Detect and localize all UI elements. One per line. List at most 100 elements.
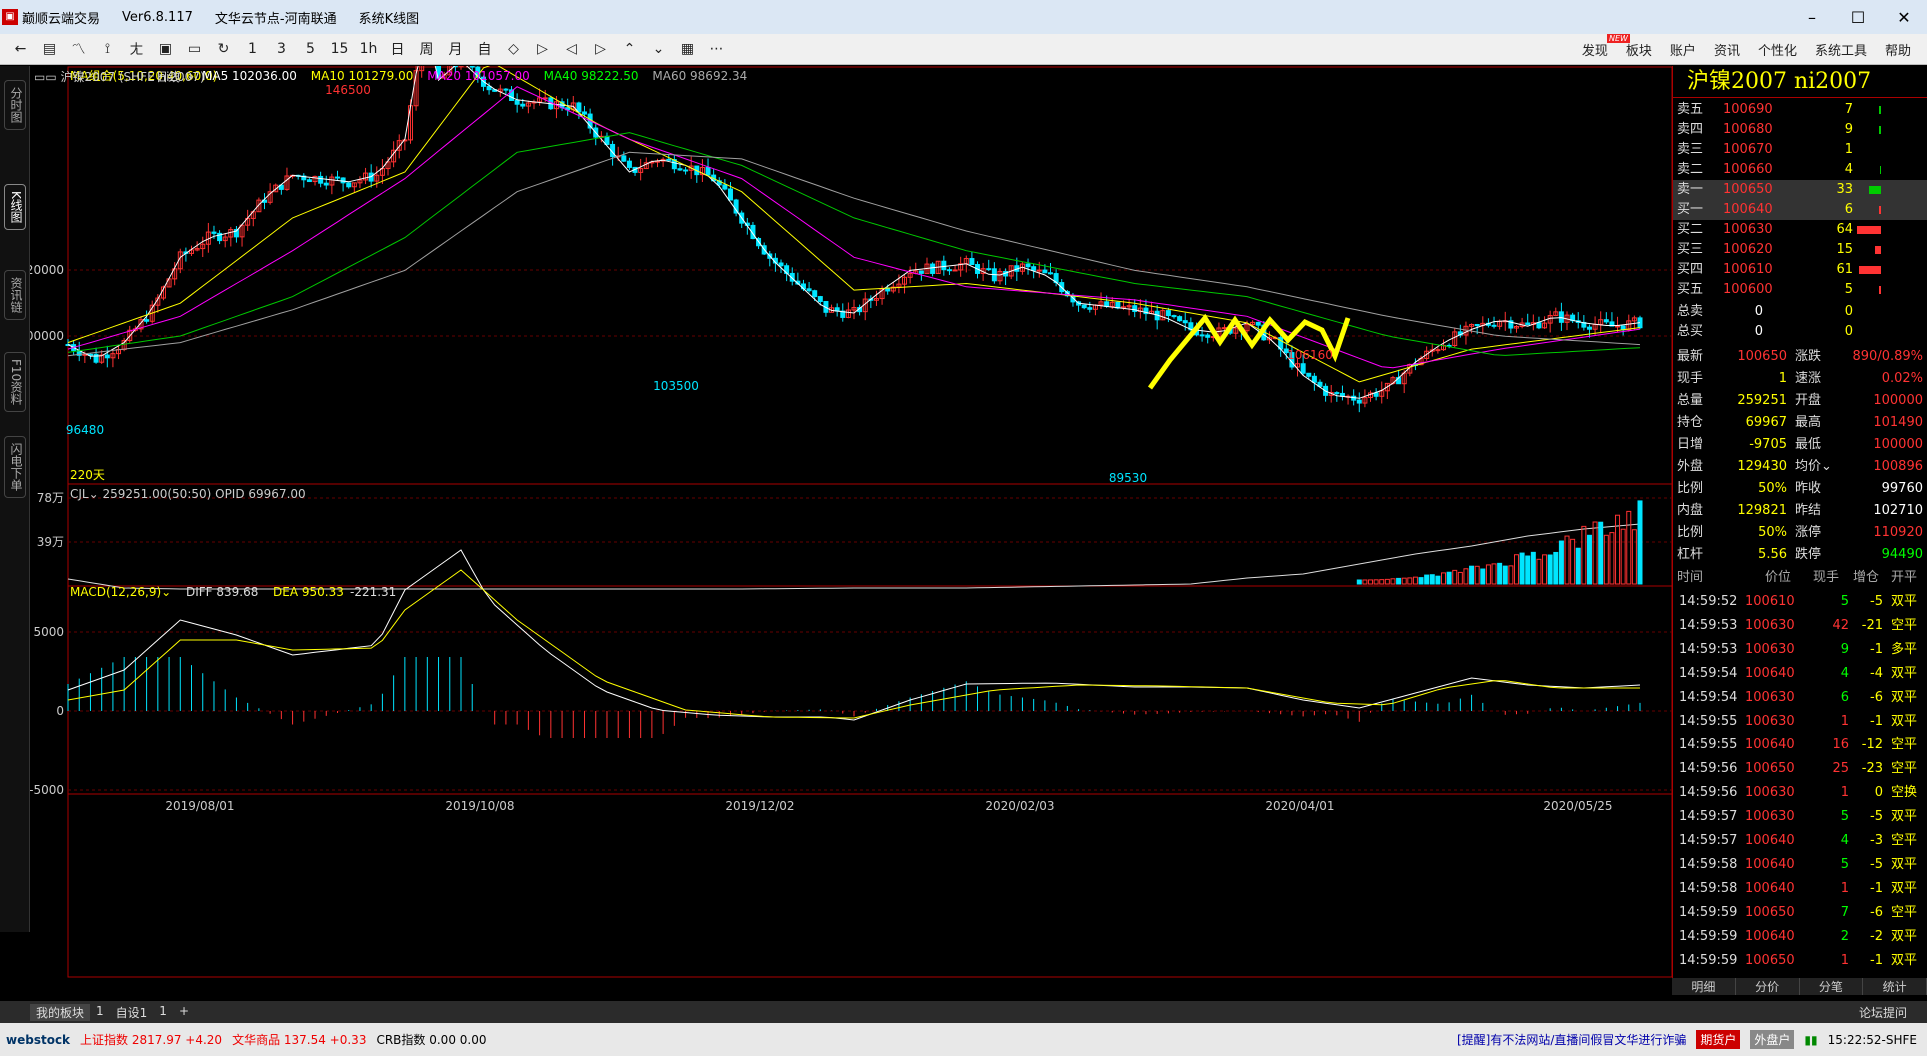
- stat-label2: 跌停: [1795, 547, 1822, 562]
- menu-1[interactable]: 板块: [1626, 40, 1652, 59]
- volume-bar: [1424, 574, 1430, 585]
- orderbook-row[interactable]: 卖五 100690 7: [1673, 100, 1927, 120]
- tick-cell: 1: [1840, 713, 1849, 729]
- orderbook-row[interactable]: 卖四 100680 9: [1673, 120, 1927, 140]
- orderbook-row[interactable]: 卖二 100660 4: [1673, 160, 1927, 180]
- stat-label: 杠杆: [1677, 547, 1704, 562]
- orderbook-row[interactable]: 卖三 100670 1: [1673, 140, 1927, 160]
- volume-bar: [1631, 529, 1637, 585]
- toolbar-button-13[interactable]: 日: [383, 37, 412, 61]
- volume-bar: [1508, 565, 1514, 585]
- detail-tab-2[interactable]: 分笔: [1800, 978, 1864, 995]
- toolbar-button-23[interactable]: ▦: [673, 37, 702, 61]
- tick-cell: 100610: [1745, 594, 1795, 609]
- tick-cell: 14:59:54: [1679, 665, 1738, 681]
- orderbook-row[interactable]: 买四 100610 61: [1673, 260, 1927, 280]
- toolbar-button-2[interactable]: 〽: [64, 37, 93, 61]
- toolbar-button-10[interactable]: 5: [296, 37, 325, 61]
- toolbar-button-15[interactable]: 月: [441, 37, 470, 61]
- toolbar-button-7[interactable]: ↻: [209, 37, 238, 61]
- menu-2[interactable]: 账户: [1670, 40, 1696, 59]
- toolbar-button-3[interactable]: ⟟: [93, 37, 122, 61]
- detail-tabs: 明细 分价 分笔 统计: [1672, 978, 1927, 995]
- volume-bar: [1598, 521, 1604, 585]
- toolbar-button-5[interactable]: ▣: [151, 37, 180, 61]
- server-node[interactable]: 文华云节点-河南联通: [215, 8, 337, 27]
- x-axis-label: 2020/02/03: [985, 799, 1054, 813]
- detail-tab-1[interactable]: 分价: [1736, 978, 1800, 995]
- orderbook-row[interactable]: 卖一 100650 33: [1673, 180, 1927, 200]
- orderbook-row[interactable]: 买一 100640 6: [1673, 200, 1927, 220]
- orderbook-row[interactable]: 买三 100620 15: [1673, 240, 1927, 260]
- toolbar-button-1[interactable]: ▤: [35, 37, 64, 61]
- candle-body: [1165, 310, 1171, 317]
- toolbar-button-16[interactable]: 自: [470, 37, 499, 61]
- toolbar-button-8[interactable]: 1: [238, 37, 267, 61]
- forum-button[interactable]: 论坛提问: [1853, 1004, 1913, 1021]
- detail-tab-3[interactable]: 统计: [1863, 978, 1927, 995]
- orderbook-row[interactable]: 买五 100600 5: [1673, 280, 1927, 300]
- left-tab-4[interactable]: 闪电下单: [4, 436, 26, 498]
- detail-tab-0[interactable]: 明细: [1672, 978, 1736, 995]
- foreign-account-button[interactable]: 外盘户: [1750, 1030, 1795, 1049]
- ma10-line: [67, 66, 1641, 383]
- menu-0[interactable]: 发现 NEW: [1582, 34, 1630, 59]
- menu-4[interactable]: 个性化: [1758, 40, 1797, 59]
- toolbar-button-17[interactable]: ◇: [499, 37, 528, 61]
- tick-cell: 100630: [1745, 713, 1795, 729]
- stat-value: -9705: [1749, 437, 1787, 452]
- left-tab-3[interactable]: F10资料: [4, 352, 26, 413]
- toolbar-button-0[interactable]: ←: [6, 37, 35, 61]
- toolbar-button-20[interactable]: ▷: [586, 37, 615, 61]
- scam-notice[interactable]: [提醒]有不法网站/直播间假冒文华进行诈骗: [1457, 1031, 1686, 1048]
- bottom-tab-2[interactable]: 自设1: [110, 1004, 154, 1021]
- orderbook-row[interactable]: 买二 100630 64: [1673, 220, 1927, 240]
- bottom-tab-0[interactable]: 我的板块: [30, 1003, 91, 1021]
- candle-body: [1036, 269, 1042, 272]
- volume-bar: [1368, 579, 1374, 585]
- bottom-tab-1[interactable]: 1: [90, 1004, 110, 1021]
- macd-legend-title: MACD(12,26,9)⌄: [70, 585, 171, 599]
- left-tab-1[interactable]: K线图: [4, 184, 26, 230]
- orderbook-label: 卖三: [1677, 142, 1704, 157]
- macd-tick-label: -5000: [30, 783, 64, 797]
- futures-account-button[interactable]: 期货户: [1696, 1030, 1741, 1049]
- menu-3[interactable]: 资讯: [1714, 40, 1740, 59]
- candle-body: [812, 290, 818, 298]
- volume-bar: [1513, 554, 1519, 585]
- orderbook-price: 100680: [1723, 122, 1773, 137]
- tick-row: 14:59:52 100610 5 -5 双平: [1673, 590, 1927, 614]
- menu-6[interactable]: 帮助: [1885, 40, 1911, 59]
- toolbar-button-19[interactable]: ◁: [557, 37, 586, 61]
- macd-tick-label: 5000: [33, 625, 64, 639]
- minimize-icon[interactable]: –: [1789, 0, 1835, 34]
- toolbar-button-18[interactable]: ▷: [528, 37, 557, 61]
- sh-index[interactable]: 上证指数 2817.97 +4.20: [80, 1031, 222, 1048]
- toolbar-button-21[interactable]: ⌃: [615, 37, 644, 61]
- wh-index[interactable]: 文华商品 137.54 +0.33: [232, 1031, 366, 1048]
- crb-index[interactable]: CRB指数 0.00 0.00: [376, 1031, 486, 1048]
- left-tab-2[interactable]: 资讯链: [4, 270, 26, 320]
- tick-cell: 空平: [1891, 617, 1918, 633]
- system-kline-menu[interactable]: 系统K线图: [359, 8, 420, 27]
- toolbar-button-4[interactable]: ㄤ: [122, 37, 151, 61]
- period-chevron-icon[interactable]: ⌄: [186, 68, 196, 82]
- period-selector[interactable]: 日线: [156, 68, 180, 85]
- candle-body: [722, 184, 728, 190]
- toolbar-button-9[interactable]: 3: [267, 37, 296, 61]
- left-tab-0[interactable]: 分时图: [4, 80, 26, 130]
- toolbar-button-11[interactable]: 15: [325, 37, 354, 61]
- close-icon[interactable]: ✕: [1881, 0, 1927, 34]
- last-high-label: 106160: [1287, 348, 1333, 362]
- maximize-icon[interactable]: ☐: [1835, 0, 1881, 34]
- toolbar-button-12[interactable]: 1h: [354, 37, 383, 61]
- menu-5[interactable]: 系统工具: [1815, 40, 1867, 59]
- bottom-tab-4[interactable]: +: [173, 1004, 195, 1021]
- bottom-tab-3[interactable]: 1: [153, 1004, 173, 1021]
- toolbar-button-6[interactable]: ▭: [180, 37, 209, 61]
- toolbar-button-14[interactable]: 周: [412, 37, 441, 61]
- toolbar-button-24[interactable]: ⋯: [702, 37, 731, 61]
- tick-cell: 14:59:59: [1679, 952, 1738, 968]
- kline-chart-area[interactable]: 120000 100000 78万 39万 5000 0 -5000 2019/08/01 20…: [30, 66, 1672, 978]
- toolbar-button-22[interactable]: ⌄: [644, 37, 673, 61]
